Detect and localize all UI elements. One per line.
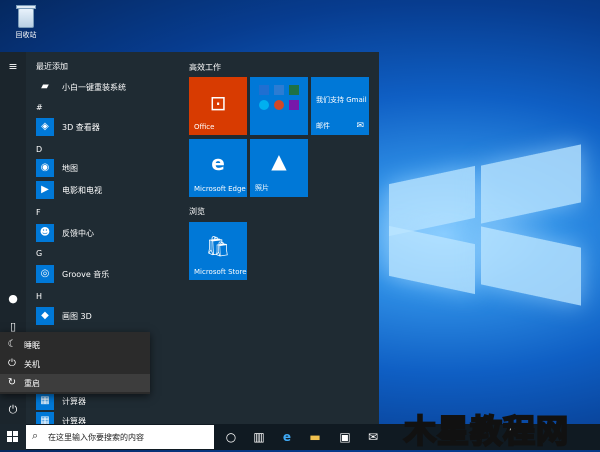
- app-label: Groove 音乐: [62, 270, 110, 279]
- tile-label: 照片: [255, 184, 269, 192]
- feedback-icon: ☻: [36, 224, 54, 242]
- app-xiaobai[interactable]: ▰ 小白一键重装系统: [36, 78, 176, 98]
- group-title-productivity: 高效工作: [189, 63, 221, 72]
- music-disc-icon: ◎: [36, 265, 54, 283]
- film-icon: ▶: [36, 181, 54, 199]
- app-3d-viewer[interactable]: ◈ 3D 查看器: [36, 118, 176, 138]
- letter-header-g[interactable]: G: [36, 249, 42, 258]
- tile-photos[interactable]: ▲ 照片: [250, 139, 308, 197]
- store-icon[interactable]: ▣: [336, 428, 354, 446]
- app-label: 反馈中心: [62, 229, 94, 238]
- file-explorer-icon[interactable]: ▬: [306, 428, 324, 446]
- word-icon: [274, 85, 284, 95]
- calculator-icon: ▦: [36, 392, 54, 410]
- power-item-label: 关机: [24, 360, 40, 369]
- tile-label: Microsoft Store: [194, 268, 247, 276]
- paint3d-icon: ◆: [36, 307, 54, 325]
- letter-header-hash[interactable]: #: [36, 103, 43, 112]
- tile-mail[interactable]: 我们支持 Gmail 邮件 ✉: [311, 77, 369, 135]
- app-label: 画图 3D: [62, 312, 92, 321]
- tile-label: Office: [194, 123, 215, 131]
- user-avatar-icon[interactable]: ●: [6, 292, 20, 306]
- app-maps[interactable]: ◉ 地图: [36, 159, 176, 179]
- windows-logo-wallpaper: [379, 117, 591, 306]
- recently-added-title: 最近添加: [36, 62, 68, 71]
- task-view-icon[interactable]: ▥: [250, 428, 268, 446]
- power-item-restart[interactable]: ↻ 重启: [0, 374, 150, 392]
- skype-icon: [259, 100, 269, 110]
- app-paint3d[interactable]: ◆ 画图 3D: [36, 307, 176, 327]
- group-title-browse: 浏览: [189, 207, 205, 216]
- tile-subtitle: 我们支持 Gmail: [316, 96, 367, 104]
- letter-header-h[interactable]: H: [36, 292, 42, 301]
- powerpoint-icon: [274, 100, 284, 110]
- power-item-shutdown[interactable]: ⏻ 关机: [0, 355, 150, 373]
- recycle-bin-icon: [15, 4, 37, 28]
- power-item-label: 重启: [24, 379, 40, 388]
- letter-header-f[interactable]: F: [36, 208, 41, 217]
- watermark-text: 木星教程网: [403, 411, 570, 451]
- tile-label: Microsoft Edge: [194, 185, 246, 193]
- letter-header-d[interactable]: D: [36, 145, 42, 154]
- watermark: 木星教程网: [398, 402, 598, 451]
- edge-icon: e: [211, 151, 225, 175]
- power-icon: ⏻: [8, 358, 16, 369]
- hamburger-menu-icon[interactable]: ≡: [6, 60, 20, 74]
- recycle-bin[interactable]: 回收站: [6, 4, 46, 40]
- store-bag-icon: 🛍: [205, 234, 231, 258]
- recycle-bin-label: 回收站: [15, 31, 37, 39]
- search-icon: ⌕: [32, 429, 39, 442]
- power-item-sleep[interactable]: ☾ 睡眠: [0, 336, 150, 354]
- app-label: 电影和电视: [62, 186, 102, 195]
- xiaobai-icon: ▰: [36, 78, 54, 96]
- office-icon: ⊡: [209, 91, 227, 115]
- map-pin-icon: ◉: [36, 159, 54, 177]
- search-box[interactable]: ⌕ 在这里输入你要搜索的内容: [26, 425, 214, 449]
- tile-edge[interactable]: e Microsoft Edge: [189, 139, 247, 197]
- outlook-icon: [259, 85, 269, 95]
- app-groove-music[interactable]: ◎ Groove 音乐: [36, 265, 176, 285]
- search-placeholder: 在这里输入你要搜索的内容: [48, 433, 144, 442]
- app-label: 小白一键重装系统: [62, 83, 126, 92]
- mail-icon[interactable]: ✉: [364, 428, 382, 446]
- photos-icon: ▲: [271, 149, 287, 173]
- excel-icon: [289, 85, 299, 95]
- cortana-icon[interactable]: ○: [222, 428, 240, 446]
- app-label: 3D 查看器: [62, 123, 100, 132]
- restart-icon: ↻: [7, 377, 17, 388]
- power-menu: ☾ 睡眠 ⏻ 关机 ↻ 重启: [0, 332, 150, 394]
- windows-icon: [7, 431, 12, 436]
- app-movies-tv[interactable]: ▶ 电影和电视: [36, 181, 176, 201]
- app-calculator[interactable]: ▦ 计算器: [36, 392, 176, 412]
- start-button[interactable]: [0, 424, 26, 450]
- cube-icon: ◈: [36, 118, 54, 136]
- mail-icon: ✉: [356, 121, 364, 131]
- power-item-label: 睡眠: [24, 341, 40, 350]
- app-label: 地图: [62, 164, 78, 173]
- sleep-icon: ☾: [7, 339, 17, 350]
- tile-store[interactable]: 🛍 Microsoft Store: [189, 222, 247, 280]
- tile-label: 邮件: [316, 122, 330, 130]
- onenote-icon: [289, 100, 299, 110]
- edge-icon[interactable]: e: [278, 428, 296, 446]
- power-icon[interactable]: ⏻: [6, 403, 20, 417]
- tile-office-apps[interactable]: [250, 77, 308, 135]
- app-label: 计算器: [62, 397, 86, 406]
- app-feedback-hub[interactable]: ☻ 反馈中心: [36, 224, 176, 244]
- tile-office[interactable]: ⊡ Office: [189, 77, 247, 135]
